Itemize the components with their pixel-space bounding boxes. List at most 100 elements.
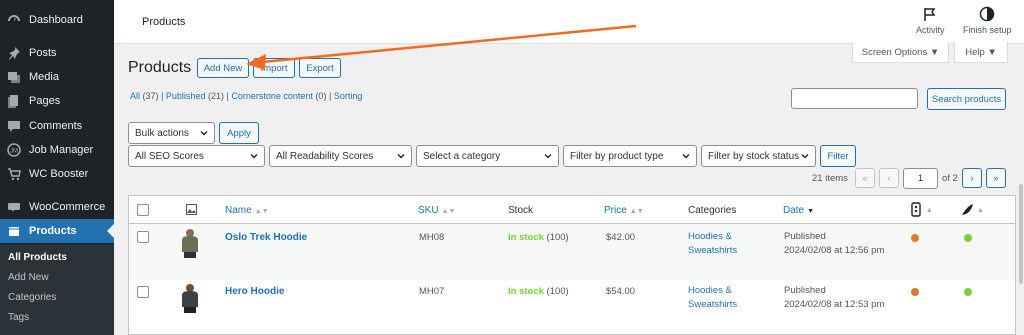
sidebar-item-media[interactable]: Media — [0, 65, 114, 89]
first-page-button[interactable]: « — [855, 168, 875, 188]
bulk-actions-select[interactable]: Bulk actions — [128, 122, 215, 144]
search-products-button[interactable]: Search products — [927, 88, 1006, 110]
view-separator: | — [226, 91, 229, 101]
stock-quantity: (100) — [546, 232, 569, 243]
select-all-checkbox[interactable] — [137, 204, 149, 216]
activity-button[interactable]: Activity — [916, 6, 945, 35]
sidebar-item-job-manager[interactable]: JM Job Manager — [0, 138, 114, 162]
export-button[interactable]: Export — [299, 58, 341, 78]
product-sku: MH07 — [419, 286, 445, 297]
media-icon — [6, 69, 22, 85]
product-sku: MH08 — [419, 232, 445, 243]
row-checkbox[interactable] — [137, 231, 149, 243]
category-line: Sweatshirts — [688, 245, 738, 256]
column-date[interactable]: Date ▼ — [783, 205, 814, 216]
add-new-button[interactable]: Add New — [197, 58, 249, 78]
category-line: Hoodies & — [688, 285, 732, 296]
product-category-link[interactable]: Hoodies & Sweatshirts — [688, 284, 737, 312]
column-price[interactable]: Price ▲▼ — [604, 205, 644, 216]
date-value: 2024/02/08 at 12:53 pm — [784, 299, 885, 310]
seo-score-value: All SEO Scores — [135, 150, 204, 162]
prev-page-button[interactable]: ‹ — [879, 168, 899, 188]
seo-score-select[interactable]: All SEO Scores — [128, 145, 265, 167]
view-all-link[interactable]: All — [130, 91, 140, 101]
column-stock: Stock — [508, 205, 534, 216]
column-name-label: Name — [225, 205, 252, 216]
sidebar-item-woocommerce[interactable]: WooCommerce — [0, 195, 114, 219]
job-manager-icon: JM — [6, 142, 22, 158]
submenu-categories[interactable]: Categories — [8, 292, 56, 303]
column-price-label: Price — [604, 205, 627, 216]
submenu-tags[interactable]: Tags — [8, 312, 29, 323]
items-count: 21 items — [812, 173, 848, 184]
sidebar-item-posts[interactable]: Posts — [0, 41, 114, 65]
product-stock: In stock (100) — [508, 232, 569, 243]
seo-score-dot — [911, 288, 919, 296]
readability-score-select[interactable]: All Readability Scores — [269, 145, 412, 167]
sidebar-item-pages[interactable]: Pages — [0, 89, 114, 113]
chevron-down-icon — [543, 151, 553, 164]
view-sorting-link[interactable]: Sorting — [334, 91, 363, 101]
column-name[interactable]: Name ▲▼ — [225, 205, 269, 216]
sort-desc-icon: ▼ — [807, 208, 815, 215]
dashboard-icon — [6, 12, 22, 28]
product-date: Published 2024/02/08 at 12:53 pm — [784, 284, 884, 312]
product-category-link[interactable]: Hoodies & Sweatshirts — [688, 230, 737, 258]
woocommerce-header: Products Activity Finish setup — [114, 0, 1024, 44]
sidebar-item-wc-booster[interactable]: WC Booster — [0, 162, 114, 186]
scrollbar-thumb[interactable] — [1019, 184, 1023, 284]
readability-column-icon[interactable]: ▲▼ — [961, 202, 991, 220]
search-input[interactable] — [791, 88, 918, 109]
total-pages: of 2 — [942, 173, 958, 184]
row-checkbox[interactable] — [137, 286, 149, 298]
product-name-link[interactable]: Oslo Trek Hoodie — [225, 232, 307, 243]
next-page-button[interactable]: › — [962, 168, 982, 188]
sidebar-item-label: Dashboard — [29, 14, 83, 26]
category-line: Sweatshirts — [688, 299, 738, 310]
svg-text:▲▼: ▲▼ — [926, 207, 933, 214]
help-button[interactable]: Help ▼ — [954, 42, 1008, 63]
view-cornerstone-link[interactable]: Cornerstone content — [231, 91, 313, 101]
product-date: Published 2024/02/08 at 12:56 pm — [784, 230, 884, 258]
bulk-actions-value: Bulk actions — [135, 127, 189, 139]
submenu-all-products[interactable]: All Products — [8, 252, 67, 263]
product-name-link[interactable]: Hero Hoodie — [225, 286, 284, 297]
date-status: Published — [784, 231, 826, 242]
product-thumbnail[interactable] — [179, 283, 201, 313]
submenu-add-new[interactable]: Add New — [8, 272, 49, 283]
page-title: Products — [128, 59, 192, 76]
chevron-down-icon — [681, 151, 691, 164]
sidebar-item-comments[interactable]: Comments — [0, 114, 114, 138]
column-sku[interactable]: SKU ▲▼ — [418, 205, 455, 216]
category-select[interactable]: Select a category — [416, 145, 559, 167]
readability-score-dot — [964, 288, 972, 296]
seo-score-column-icon[interactable]: ▲▼ — [911, 202, 940, 220]
product-thumbnail[interactable] — [179, 228, 201, 258]
date-value: 2024/02/08 at 12:56 pm — [784, 245, 885, 256]
screen-options-button[interactable]: Screen Options ▼ — [852, 42, 949, 63]
sidebar-item-products[interactable]: Products — [0, 219, 114, 243]
products-icon — [6, 223, 22, 239]
column-date-label: Date — [783, 205, 805, 216]
active-menu-arrow — [107, 224, 114, 238]
import-button[interactable]: Import — [253, 58, 295, 78]
last-page-button[interactable]: » — [986, 168, 1006, 188]
view-published-link[interactable]: Published — [166, 91, 206, 101]
finish-setup-button[interactable]: Finish setup — [963, 6, 1012, 35]
image-column-icon — [186, 204, 197, 218]
current-page-input[interactable]: 1 — [903, 168, 938, 189]
sidebar-item-dashboard[interactable]: Dashboard — [0, 8, 114, 32]
apply-button[interactable]: Apply — [219, 122, 259, 144]
sidebar-item-label: WooCommerce — [29, 201, 106, 213]
filter-button[interactable]: Filter — [820, 145, 856, 167]
product-type-value: Filter by product type — [570, 150, 664, 162]
table-header: Name ▲▼ SKU ▲▼ Stock Price ▲▼ Categories Da… — [129, 196, 1015, 224]
stock-status-value: Filter by stock status — [708, 150, 800, 162]
cart-icon — [6, 166, 22, 182]
product-price: $42.00 — [606, 232, 636, 243]
sort-icon: ▲▼ — [254, 208, 269, 215]
page-scrollbar[interactable] — [1018, 44, 1024, 335]
product-type-select[interactable]: Filter by product type — [563, 145, 697, 167]
category-value: Select a category — [423, 150, 501, 162]
stock-status-select[interactable]: Filter by stock status — [701, 145, 816, 167]
